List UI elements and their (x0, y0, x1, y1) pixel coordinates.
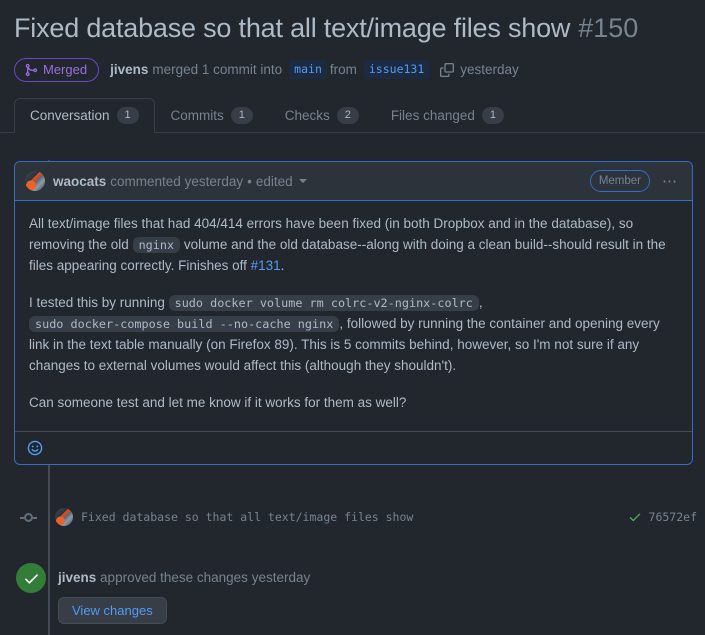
tab-checks-count: 2 (336, 106, 359, 124)
pr-tabs: Conversation 1 Commits 1 Checks 2 Files … (0, 97, 705, 133)
comment-card: waocats commented yesterday • edited Mem… (14, 161, 693, 466)
approval-action: approved these changes (100, 570, 248, 585)
status-badge-merged: Merged (14, 57, 100, 82)
approval-header: jivens approved these changes yesterday (14, 563, 705, 595)
commit-node-icon (20, 512, 37, 522)
comment-paragraph-2: I tested this by running sudo docker vol… (29, 293, 678, 377)
tab-commits-label: Commits (170, 107, 224, 123)
avatar[interactable] (55, 508, 73, 526)
inline-code-docker-volume-rm: sudo docker volume rm colrc-v2-nginx-col… (168, 294, 479, 311)
tab-conversation-label: Conversation (30, 107, 110, 123)
copy-icon[interactable] (440, 62, 455, 77)
p2-text-a: I tested this by running (29, 294, 169, 310)
check-circle-icon (16, 563, 46, 593)
approval-user[interactable]: jivens (58, 570, 96, 585)
merge-description: merged 1 commit into (152, 62, 283, 78)
tab-files-changed[interactable]: Files changed 1 (375, 98, 520, 132)
comment-author[interactable]: waocats (53, 174, 106, 189)
base-branch-label[interactable]: main (289, 60, 327, 80)
p1-text-c: . (280, 257, 285, 273)
commit-status-group: 76572ef (628, 510, 705, 524)
tab-files-changed-label: Files changed (390, 107, 475, 123)
page-title: Fixed database so that all text/image fi… (0, 0, 705, 46)
reactions-bar (15, 431, 692, 464)
commit-message[interactable]: Fixed database so that all text/image fi… (81, 510, 413, 524)
avatar[interactable] (25, 171, 45, 192)
tab-commits[interactable]: Commits 1 (155, 98, 269, 132)
tab-commits-count: 1 (230, 106, 253, 124)
tab-checks-label: Checks (284, 107, 330, 123)
comment-edited-label[interactable]: edited (256, 174, 293, 189)
approval-timestamp: yesterday (251, 570, 311, 585)
comment-meta: commented yesterday (110, 173, 244, 189)
author-association-badge: Member (589, 170, 650, 193)
from-label: from (329, 62, 357, 78)
comment-body: All text/image files that had 404/414 er… (15, 201, 692, 431)
pull-request-page: Fixed database so that all text/image fi… (0, 0, 705, 635)
inline-code-nginx: nginx (132, 237, 181, 254)
review-approval-block: jivens approved these changes yesterday … (14, 563, 705, 624)
pr-number: #150 (578, 13, 639, 43)
tab-conversation-count: 1 (116, 106, 139, 124)
inline-code-docker-compose-build: sudo docker-compose build --no-cache ngi… (29, 315, 340, 332)
merge-author[interactable]: jivens (110, 62, 148, 77)
comment-separator: • (247, 173, 252, 189)
issue-link-131[interactable]: #131 (251, 258, 281, 273)
status-badge-label: Merged (43, 62, 88, 78)
comment-header: waocats commented yesterday • edited Mem… (15, 162, 692, 202)
merge-timestamp: yesterday (460, 62, 519, 78)
commit-sha[interactable]: 76572ef (649, 510, 697, 524)
chevron-down-icon[interactable] (298, 179, 307, 184)
pr-state-row: Merged jivens merged 1 commit into main … (0, 46, 705, 82)
smiley-icon[interactable] (27, 440, 43, 456)
tab-checks[interactable]: Checks 2 (269, 98, 375, 132)
view-changes-button[interactable]: View changes (58, 597, 167, 624)
pr-title-text: Fixed database so that all text/image fi… (14, 13, 571, 43)
p2-text-b: , (478, 294, 483, 310)
comment-paragraph-3: Can someone test and let me know if it w… (29, 394, 407, 410)
check-icon[interactable] (628, 510, 642, 524)
kebab-horizontal-icon[interactable]: ⋯ (660, 174, 680, 189)
head-branch-label[interactable]: issue131 (363, 60, 430, 80)
timeline-commit-row: Fixed database so that all text/image fi… (14, 503, 705, 531)
tab-files-changed-count: 1 (481, 106, 504, 124)
git-merge-icon (24, 63, 38, 77)
comment-paragraph-1: All text/image files that had 404/414 er… (29, 214, 678, 277)
tab-conversation[interactable]: Conversation 1 (14, 97, 155, 133)
approval-text: jivens approved these changes yesterday (58, 563, 310, 593)
